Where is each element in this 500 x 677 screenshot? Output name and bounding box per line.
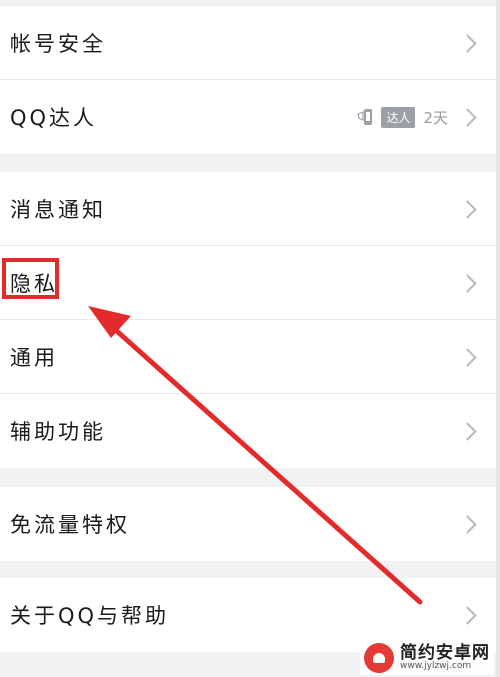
android-logo-icon	[364, 643, 394, 673]
annotation-arrow	[88, 306, 423, 605]
watermark-title: 简约安卓网	[400, 642, 490, 663]
watermark-url: www.jylzwj.com	[400, 661, 472, 672]
settings-page: 帐号安全 QQ达人 达人 2天 消息通知 隐私 通用 辅助功能 免流量特权 关于…	[0, 0, 500, 677]
watermark: 简约安卓网 www.jylzwj.com	[360, 641, 494, 675]
